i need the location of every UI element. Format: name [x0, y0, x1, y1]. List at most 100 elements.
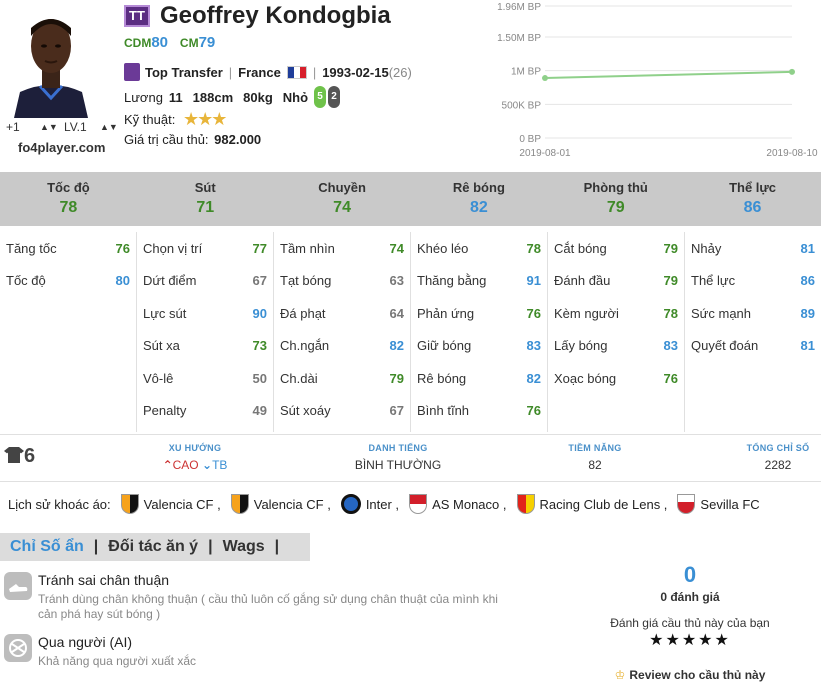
club-name: Sevilla FC	[700, 496, 760, 512]
trait-description: Khả năng qua người xuất xắc	[38, 654, 197, 668]
boot-icon	[4, 572, 32, 600]
trend-title: XU HƯỚNG	[168, 443, 222, 453]
nationality: France	[238, 64, 281, 80]
monaco-crest-icon	[409, 494, 428, 514]
club-item[interactable]: Sevilla FC	[677, 494, 760, 514]
stat-row: Giữ bóng 83	[417, 330, 541, 363]
stat-name: Dứt điểm	[143, 273, 197, 289]
stat-row: Rê bóng 82	[417, 362, 541, 395]
stat-value: 79	[663, 240, 678, 256]
stat-columns: Tăng tốc 76 Tốc độ 80 Chọn vị trí 77 Dứt điểm 6…	[0, 232, 821, 432]
stat-group-value: 78	[59, 199, 78, 216]
reputation-title: DANH TIẾNG	[368, 443, 428, 453]
stat-value: 82	[526, 370, 541, 386]
stat-row: Xoạc bóng 76	[554, 362, 678, 395]
stat-row: Sút xa 73	[143, 330, 267, 363]
review-label: Review cho cầu thủ này	[629, 668, 766, 682]
value-label: Giá trị cầu thủ:	[124, 132, 209, 147]
season-icon	[124, 63, 140, 81]
stat-value: 67	[252, 273, 267, 289]
stat-name: Xoạc bóng	[554, 370, 617, 386]
skill-stars-icon: ★★★	[182, 109, 227, 129]
stat-group: Tốc độ 78	[0, 172, 137, 226]
trait-title: Qua người (AI)	[38, 634, 133, 650]
chart-y-tick-label: 1.96M BP	[497, 2, 541, 13]
chart-point	[789, 68, 795, 75]
stat-name: Đá phạt	[280, 305, 326, 321]
stat-name: Phản ứng	[417, 305, 475, 321]
stat-name: Tầm nhìn	[280, 240, 335, 256]
club-item[interactable]: AS Monaco ,	[409, 494, 507, 514]
trend-up-icon: ⌃	[162, 458, 173, 472]
stat-row: Penalty 49	[143, 395, 267, 428]
stat-name: Chọn vị trí	[143, 240, 203, 256]
info-strip: 6 XU HƯỚNG ⌃CAO ⌄TB DANH TIẾNG BÌNH THƯỜ…	[0, 434, 821, 482]
stat-value: 63	[389, 273, 404, 289]
stat-name: Cắt bóng	[554, 240, 607, 256]
club-name: AS Monaco ,	[432, 496, 507, 512]
club-name: Valencia CF ,	[143, 496, 221, 512]
club-item[interactable]: Racing Club de Lens ,	[516, 494, 667, 514]
stat-row: Ch.dài 79	[280, 362, 404, 395]
stat-row: Kèm người 78	[554, 297, 678, 330]
club-history-label: Lịch sử khoác áo:	[8, 496, 111, 512]
tab-partners[interactable]: Đối tác ăn ý	[98, 538, 208, 556]
stat-name: Giữ bóng	[417, 338, 472, 354]
stat-name: Nhảy	[691, 240, 722, 256]
player-name: Geoffrey Kondogbia	[160, 2, 391, 29]
stat-name: Rê bóng	[417, 370, 467, 386]
age: (26)	[388, 64, 412, 80]
stat-group: Chuyền 74	[274, 172, 411, 226]
stat-name: Ch.dài	[280, 370, 318, 386]
position-tag: CM	[179, 36, 199, 50]
stat-name: Lực sút	[143, 305, 187, 321]
upgrade-stepper-icon[interactable]: ▲▼	[40, 122, 58, 132]
review-button[interactable]: ♔ Review cho cầu thủ này	[590, 668, 790, 682]
stat-row: Sức mạnh 89	[691, 297, 815, 330]
rating-panel: 0 0 đánh giá Đánh giá cầu thủ này của bạ…	[590, 562, 790, 682]
stat-column: Chọn vị trí 77 Dứt điểm 67 Lực sút 90 Sút xa 73…	[137, 232, 274, 432]
value-line: Giá trị cầu thủ: 982.000	[124, 132, 261, 147]
level-stepper-icon[interactable]: ▲▼	[100, 122, 118, 132]
club-history: Lịch sử khoác áo: Valencia CF , Valencia…	[8, 494, 760, 514]
season-badge-icon: TT	[124, 5, 150, 27]
tab-hidden-stats[interactable]: Chỉ Số ẩn	[0, 538, 94, 556]
height-value: 188cm	[192, 89, 234, 105]
stat-value: 64	[389, 305, 404, 321]
stat-value: 82	[389, 338, 404, 354]
valencia-crest-icon	[120, 494, 139, 514]
position-tag: CDM	[124, 36, 152, 50]
season-name: Top Transfer	[145, 64, 223, 80]
stat-row: Lấy bóng 83	[554, 330, 678, 363]
rating-stars-input[interactable]: ★★★★★	[590, 630, 790, 650]
sevilla-crest-icon	[677, 494, 696, 514]
reputation-value: BÌNH THƯỜNG	[354, 458, 442, 472]
club-item[interactable]: Valencia CF ,	[120, 494, 221, 514]
stat-group-value: 71	[196, 199, 215, 216]
stat-value: 49	[252, 403, 267, 419]
stat-value: 76	[115, 240, 130, 256]
stat-column: Nhảy 81 Thể lực 86 Sức mạnh 89 Quyết đoán 81	[685, 232, 821, 432]
tab-wags[interactable]: Wags	[213, 538, 275, 556]
stat-value: 73	[252, 338, 267, 354]
position-rating: 79	[198, 34, 216, 51]
club-item[interactable]: Inter ,	[340, 494, 399, 514]
skill-label: Kỹ thuật:	[124, 112, 176, 127]
stat-group-value: 79	[606, 199, 625, 216]
stat-value: 91	[526, 273, 541, 289]
stat-value: 76	[526, 403, 541, 419]
stat-name: Thăng bằng	[417, 273, 487, 289]
physical-line: Lương 11 188cm 80kg Nhỏ 5 2	[124, 86, 341, 108]
stat-name: Penalty	[143, 403, 187, 419]
stat-name: Tăng tốc	[6, 240, 57, 256]
trend-down-icon: ⌄	[202, 458, 213, 472]
stat-group-name: Thể lực	[729, 180, 777, 195]
chart-x-tick-label: 2019-08-01	[519, 148, 571, 159]
stat-row: Tạt bóng 63	[280, 265, 404, 298]
stat-value: 76	[663, 370, 678, 386]
stat-column: Tầm nhìn 74 Tạt bóng 63 Đá phạt 64 Ch.ngắn 82 Ch…	[274, 232, 411, 432]
stat-name: Tạt bóng	[280, 273, 332, 289]
lens-crest-icon	[516, 494, 535, 514]
stat-value: 81	[800, 338, 815, 354]
club-item[interactable]: Valencia CF ,	[230, 494, 331, 514]
